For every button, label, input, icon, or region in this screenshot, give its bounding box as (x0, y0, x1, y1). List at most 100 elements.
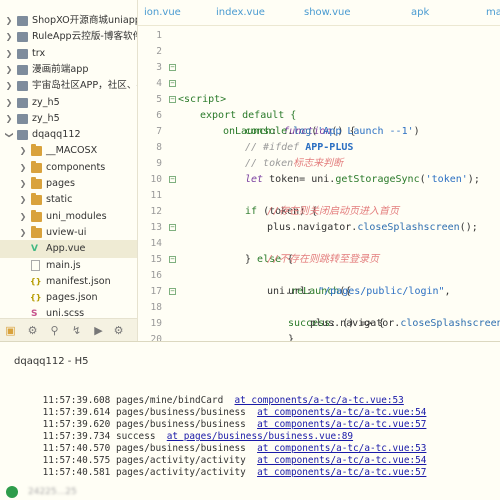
line-number: 12 (150, 206, 162, 217)
line-number: 6 (156, 110, 162, 121)
tree-item-label: uni_modules (46, 210, 107, 222)
console-panel: dqaqq112 - H5 11:57:39.608 pages/mine/bi… (0, 341, 500, 500)
tree-item-label: pages (46, 178, 75, 189)
search-icon[interactable]: ⚲ (48, 324, 61, 337)
log-line: 11:57:40.575 pages/activity/activity at … (20, 444, 427, 466)
tree-item-label: 漫画前端app (32, 63, 89, 75)
line-number: 5 (156, 94, 162, 105)
fold-toggle-icon[interactable]: − (169, 256, 176, 263)
fold-toggle-icon[interactable]: − (169, 80, 176, 87)
json-file-icon: {} (30, 276, 42, 286)
chevron-right-icon[interactable]: ❯ (18, 224, 28, 242)
chevron-right-icon[interactable]: ❯ (4, 12, 14, 30)
line-number: 14 (150, 238, 162, 249)
chevron-down-icon[interactable]: ❯ (0, 130, 18, 140)
tree-item-label: ShopXO开源商城uniapp... (32, 15, 137, 26)
tree-item-label: zy_h5 (32, 96, 60, 108)
line-number: 9 (156, 158, 162, 169)
chevron-right-icon[interactable]: ❯ (4, 110, 14, 128)
chevron-right-icon[interactable]: ❯ (4, 28, 14, 46)
line-number: 19 (150, 318, 162, 329)
project-icon (17, 97, 28, 108)
json-file-icon: {} (30, 293, 42, 303)
tree-item-label: uview-ui (46, 226, 87, 238)
tree-item-label: dqaqq112 (32, 129, 81, 141)
chevron-right-icon[interactable]: ❯ (18, 159, 28, 177)
chevron-right-icon[interactable]: ❯ (18, 191, 28, 209)
tab-show-vue[interactable]: show.vue (304, 7, 351, 18)
console-title: dqaqq112 - H5 (14, 356, 89, 367)
status-indicator-icon (6, 486, 18, 498)
vue-file-icon: V (31, 244, 38, 255)
chevron-right-icon[interactable]: ❯ (4, 61, 14, 79)
folder-icon (31, 144, 42, 157)
line-number: 8 (156, 142, 162, 153)
fold-toggle-icon[interactable]: − (169, 288, 176, 295)
tree-item-label: App.vue (46, 243, 86, 255)
line-number: 4 (156, 78, 162, 89)
project-icon (17, 32, 28, 43)
tree-item-label: pages.json (46, 292, 98, 304)
log-line: 11:57:39.608 pages/mine/bindCard at comp… (20, 384, 404, 406)
folder-icon (31, 225, 42, 238)
plugins-icon[interactable]: ⚙ (26, 324, 39, 337)
line-number: 7 (156, 126, 162, 137)
project-icon (17, 130, 28, 141)
tree-item-label: __MACOSX (46, 145, 98, 157)
line-number: 13 (150, 222, 162, 233)
fold-toggle-icon[interactable]: − (169, 176, 176, 183)
project-icon (17, 16, 28, 26)
project-icon (17, 48, 28, 59)
chevron-right-icon[interactable]: ❯ (18, 208, 28, 226)
tree-item-label: manifest.json (46, 275, 111, 287)
status-bar: 24225...25 (0, 484, 500, 500)
status-text: 24225...25 (28, 487, 77, 497)
tree-item-label: static (46, 194, 73, 206)
code-editor[interactable]: 1 2 3 − <script> 4 − export default { 5 … (138, 26, 500, 341)
chevron-right-icon[interactable]: ❯ (4, 94, 14, 112)
line-number: 20 (150, 334, 162, 341)
tab-ion-vue[interactable]: ion.vue (144, 7, 181, 18)
tree-item-label: main.js (46, 259, 81, 271)
line-number: 16 (150, 270, 162, 281)
run-icon[interactable]: ▶ (92, 324, 105, 337)
tree-item-label: trx (32, 47, 46, 59)
line-number: 18 (150, 302, 162, 313)
files-view-icon[interactable]: ▣ (4, 324, 17, 337)
log-source-link[interactable]: at components/a-tc/a-tc.vue:57 (257, 467, 426, 478)
folder-icon (31, 177, 42, 189)
line-number: 11 (150, 190, 162, 201)
log-line: 11:57:40.581 pages/activity/activity at … (20, 456, 427, 478)
fold-toggle-icon[interactable]: − (169, 96, 176, 103)
log-line: 11:57:39.620 pages/business/business at … (20, 408, 427, 430)
tree-item-file[interactable]: V App.vue (0, 240, 137, 259)
js-file-icon (31, 259, 40, 271)
source-control-icon[interactable]: ↯ (70, 324, 83, 337)
project-icon (17, 113, 28, 124)
tab-apk[interactable]: apk (411, 7, 429, 18)
chevron-right-icon[interactable]: ❯ (4, 77, 14, 95)
line-number: 10 (150, 174, 162, 185)
line-number: 17 (150, 286, 162, 297)
tree-item-label: zy_h5 (32, 112, 60, 124)
folder-icon (31, 209, 42, 222)
line-number: 2 (156, 46, 162, 57)
project-icon (17, 64, 28, 75)
log-line: 11:57:39.614 pages/business/business at … (20, 396, 427, 418)
chevron-right-icon[interactable]: ❯ (18, 175, 28, 193)
project-icon (17, 81, 28, 92)
line-number: 15 (150, 254, 162, 265)
line-number: 3 (156, 62, 162, 73)
editor-tabs: ion.vue index.vue show.vue apk mai (138, 0, 500, 26)
tree-item-label: RuleApp云控版-博客软件-... (32, 31, 137, 43)
tab-index-vue[interactable]: index.vue (216, 7, 265, 18)
chevron-right-icon[interactable]: ❯ (4, 45, 14, 63)
debug-icon[interactable]: ⚙ (112, 324, 125, 337)
folder-icon (31, 193, 42, 206)
log-time: 11:57:40.581 (42, 467, 111, 478)
tab-main[interactable]: mai (486, 7, 500, 18)
line-number: 1 (156, 30, 162, 41)
chevron-right-icon[interactable]: ❯ (18, 142, 28, 160)
fold-toggle-icon[interactable]: − (169, 64, 176, 71)
fold-toggle-icon[interactable]: − (169, 224, 176, 231)
